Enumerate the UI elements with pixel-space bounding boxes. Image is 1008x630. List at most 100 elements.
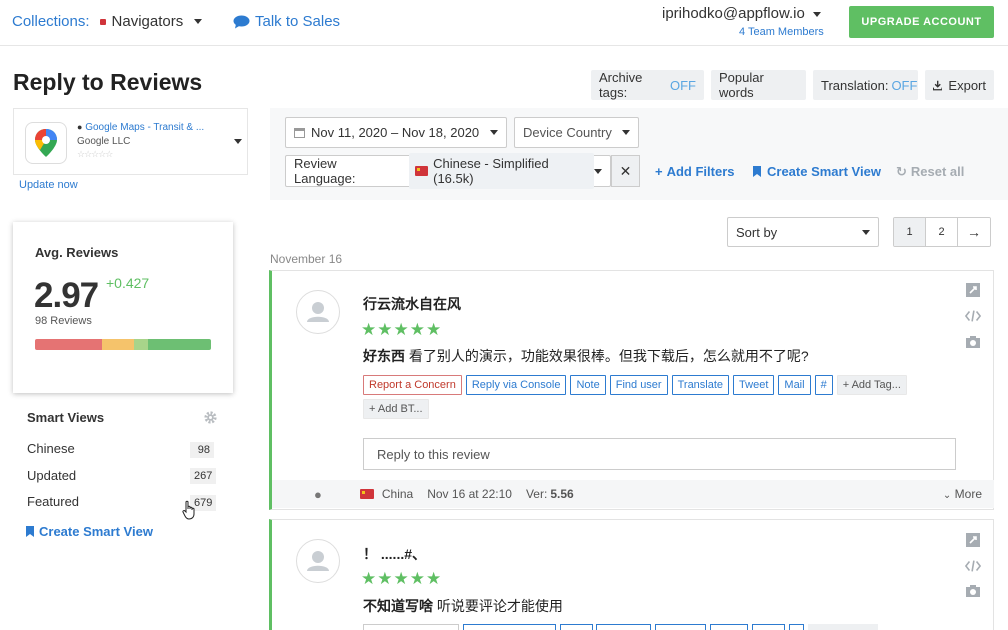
add-tag-button[interactable]: + Add Tag...	[836, 375, 907, 395]
chevron-down-icon	[594, 168, 602, 174]
partial-action-button	[710, 624, 748, 630]
device-country-select[interactable]: Device Country	[514, 117, 639, 148]
apple-icon: ●	[77, 122, 83, 132]
update-now-link[interactable]: Update now	[19, 179, 78, 191]
reset-all-button[interactable]: ↻ Reset all	[896, 164, 964, 180]
camera-icon[interactable]	[965, 334, 981, 350]
archive-tags-label: Archive tags:	[599, 70, 643, 100]
reply-via-console-button[interactable]: Reply via Console	[465, 375, 567, 395]
date-range-picker[interactable]: Nov 11, 2020 – Nov 18, 2020	[285, 117, 507, 148]
team-members-link[interactable]: 4 Team Members	[739, 26, 824, 38]
smart-view-count: 98	[190, 442, 214, 458]
review-language-label: Review Language:	[294, 156, 356, 186]
user-email: iprihodko@appflow.io	[662, 5, 805, 22]
reply-input[interactable]: Reply to this review	[363, 438, 956, 470]
review-title: 行云流水自在风	[363, 296, 461, 312]
translate-button[interactable]: Translate	[671, 375, 730, 395]
app-selector[interactable]: ● Google Maps - Transit & ... Google LLC…	[13, 108, 248, 175]
avg-reviews-delta: +0.427	[106, 275, 150, 291]
review-language-select[interactable]: Review Language: Chinese - Simplified (1…	[285, 153, 611, 189]
chevron-down-icon: ⌄	[942, 490, 952, 501]
create-smart-view-label: Create Smart View	[767, 164, 881, 179]
arrow-right-icon: →	[967, 224, 981, 240]
find-user-button[interactable]: Find user	[609, 375, 668, 395]
next-page-button[interactable]: →	[958, 218, 990, 246]
partial-action-button	[560, 624, 593, 630]
tweet-button[interactable]: Tweet	[733, 375, 775, 395]
partial-action-button	[808, 624, 878, 630]
sort-by-select[interactable]: Sort by	[727, 217, 879, 247]
popular-words-button[interactable]: Popular words	[711, 70, 806, 100]
talk-to-sales-link[interactable]: Talk to Sales	[233, 13, 340, 30]
chevron-down-icon	[812, 11, 821, 17]
collections-switcher[interactable]: Collections: Navigators	[12, 13, 203, 30]
review-stars: ★★★★★	[361, 320, 443, 339]
smart-view-item-chinese[interactable]: Chinese	[27, 441, 75, 456]
partial-action-button	[596, 624, 651, 630]
report-concern-button[interactable]: Report a Concern	[363, 375, 462, 395]
translation-toggle[interactable]: Translation: OFF	[813, 70, 918, 100]
chevron-down-icon	[194, 19, 203, 24]
code-icon[interactable]	[965, 308, 981, 324]
chevron-down-icon	[490, 130, 498, 135]
smart-view-item-featured[interactable]: Featured	[27, 494, 79, 509]
collection-name: Navigators	[111, 13, 184, 30]
rating-distribution-segment	[101, 339, 134, 350]
user-menu[interactable]: iprihodko@appflow.io	[662, 5, 821, 22]
export-button[interactable]: Export	[925, 70, 994, 100]
archive-tags-toggle[interactable]: Archive tags: OFF	[591, 70, 704, 100]
language-chip-label: Chinese - Simplified (16.5k)	[433, 156, 549, 186]
archive-tags-state: OFF	[670, 77, 696, 93]
camera-icon[interactable]	[965, 583, 981, 599]
translation-label: Translation:	[821, 77, 889, 93]
china-flag-icon	[359, 489, 374, 499]
review-text-bold: 好东西	[363, 348, 405, 364]
page-1-button[interactable]: 1	[894, 218, 926, 246]
reset-icon: ↻	[896, 164, 907, 179]
close-icon: ✕	[619, 162, 632, 179]
avg-reviews-value: 2.97	[34, 276, 99, 315]
upgrade-account-button[interactable]: UPGRADE ACCOUNT	[849, 6, 994, 38]
chevron-down-icon	[622, 130, 630, 135]
review-footer: ● China Nov 16 at 22:10 Ver: 5.56 ⌄ More	[272, 480, 994, 508]
partial-action-button	[655, 624, 706, 630]
app-name: ● Google Maps - Transit & ...	[77, 122, 204, 133]
apple-icon: ●	[314, 486, 322, 502]
create-smart-view-button[interactable]: Create Smart View	[753, 164, 881, 179]
avg-reviews-count: 98 Reviews	[35, 315, 92, 327]
gear-icon[interactable]	[203, 410, 218, 425]
hashtag-button[interactable]: #	[814, 375, 833, 395]
collection-color-dot	[99, 18, 106, 25]
review-text: 好东西 看了别人的演示，功能效果很棒。但我下载后，怎么就用不了呢?	[363, 346, 809, 366]
code-icon[interactable]	[965, 558, 981, 574]
reviewer-avatar	[296, 290, 340, 334]
bookmark-icon	[26, 526, 34, 537]
app-developer: Google LLC	[77, 136, 131, 147]
partial-action-button	[463, 624, 556, 630]
review-card: 行云流水自在风 ★★★★★ 好东西 看了别人的演示，功能效果很棒。但我下载后，怎…	[269, 270, 994, 510]
collections-label: Collections:	[12, 13, 90, 30]
more-button[interactable]: ⌄ More	[943, 487, 982, 501]
expand-icon[interactable]	[965, 532, 981, 548]
reviewer-avatar	[296, 539, 340, 583]
smart-view-item-updated[interactable]: Updated	[27, 468, 76, 483]
mail-button[interactable]: Mail	[778, 375, 811, 395]
app-icon	[25, 122, 67, 164]
clear-language-button[interactable]: ✕	[611, 155, 640, 187]
review-title: ！ ......#、	[363, 546, 427, 562]
note-button[interactable]: Note	[570, 375, 606, 395]
date-range-value: Nov 11, 2020 – Nov 18, 2020	[311, 125, 480, 140]
chat-bubble-icon	[233, 15, 250, 28]
create-smart-view-link[interactable]: Create Smart View	[26, 524, 153, 539]
page-2-button[interactable]: 2	[926, 218, 958, 246]
review-date: Nov 16 at 22:10	[427, 487, 512, 501]
hand-cursor-icon	[182, 500, 195, 520]
expand-icon[interactable]	[965, 282, 981, 298]
user-icon	[307, 302, 329, 322]
add-bt-button[interactable]: + Add BT...	[363, 399, 429, 419]
review-text-body: 听说要评论才能使用	[433, 598, 563, 614]
partial-action-button	[363, 624, 459, 630]
add-filters-button[interactable]: + Add Filters	[655, 164, 735, 179]
rating-distribution-segment	[133, 339, 148, 350]
export-label: Export	[948, 77, 986, 93]
